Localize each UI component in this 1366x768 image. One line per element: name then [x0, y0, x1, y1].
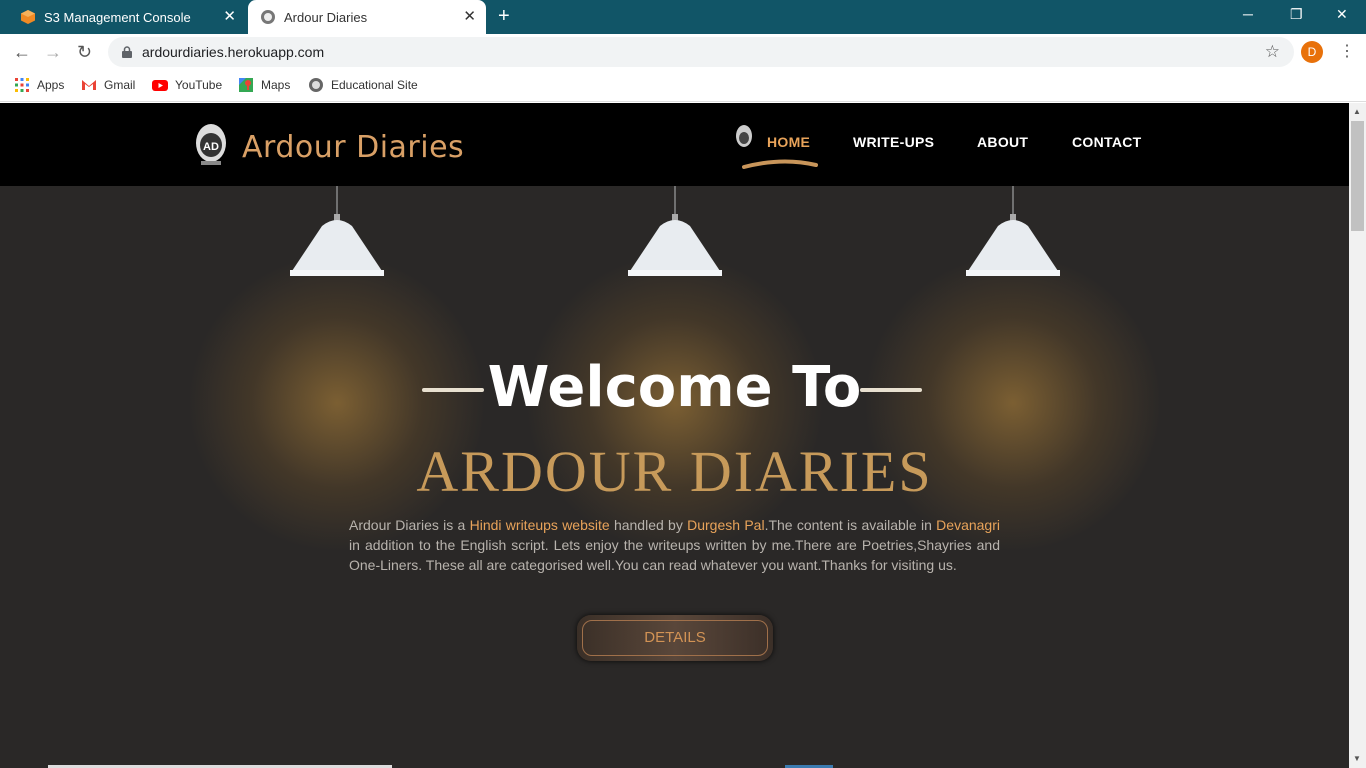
bookmark-label: Apps [37, 78, 65, 92]
pendant-lamp-icon [282, 186, 392, 286]
bookmark-label: YouTube [175, 78, 223, 92]
intro-highlight: Devanagri [936, 517, 1000, 533]
tab-s3-console[interactable]: S3 Management Console ✕ [8, 0, 246, 34]
bookmark-maps[interactable]: Maps [238, 77, 290, 93]
bookmarks-bar: Apps Gmail YouTube Maps Educational Site [0, 70, 1366, 102]
address-bar[interactable]: ardourdiaries.herokuapp.com ☆ [108, 37, 1294, 67]
scroll-down-arrow-icon[interactable]: ▼ [1353, 754, 1361, 763]
back-arrow-icon[interactable]: ← [13, 42, 31, 62]
tab-title: S3 Management Console [44, 9, 191, 25]
site-brand[interactable]: Ardour Diaries [242, 130, 464, 165]
details-button-label: DETAILS [582, 620, 768, 656]
decorative-dash [860, 388, 922, 392]
nav-write-ups[interactable]: WRITE-UPS [853, 134, 934, 150]
site-favicon-icon [308, 77, 324, 93]
youtube-icon [152, 77, 168, 93]
welcome-heading: Welcome To [487, 355, 862, 420]
intro-text: .The content is available in [764, 517, 937, 533]
lock-icon [122, 45, 132, 58]
intro-text: Ardour Diaries is a [349, 517, 470, 533]
web-page: AD Ardour Diaries HOME WRITE-UPS ABOUT C… [0, 103, 1349, 768]
gmail-icon [81, 77, 97, 93]
intro-paragraph: Ardour Diaries is a Hindi writeups websi… [349, 515, 1000, 575]
bookmark-label: Educational Site [331, 78, 418, 92]
nav-contact[interactable]: CONTACT [1072, 134, 1142, 150]
nav-logo-icon [734, 123, 754, 153]
bookmark-label: Gmail [104, 78, 136, 92]
pendant-lamp-icon [620, 186, 730, 286]
intro-text: handled by [609, 517, 688, 533]
browser-toolbar: ← → ↻ ardourdiaries.herokuapp.com ☆ D ⋮ [0, 34, 1366, 70]
restore-icon[interactable]: ❐ [1290, 6, 1303, 23]
bookmark-label: Maps [261, 78, 291, 92]
bookmark-youtube[interactable]: YouTube [152, 77, 222, 93]
scroll-up-arrow-icon[interactable]: ▲ [1353, 107, 1361, 116]
new-tab-button[interactable]: + [498, 6, 510, 26]
tab-title: Ardour Diaries [284, 9, 368, 25]
apps-grid-icon [14, 77, 30, 93]
scrollbar-thumb[interactable] [1351, 121, 1364, 231]
browser-menu-icon[interactable]: ⋮ [1339, 41, 1355, 61]
url-text: ardourdiaries.herokuapp.com [142, 44, 325, 60]
site-header: AD Ardour Diaries HOME WRITE-UPS ABOUT C… [0, 103, 1349, 186]
page-scrollbar[interactable]: ▲ ▼ [1349, 103, 1366, 768]
maps-icon [238, 77, 254, 93]
intro-highlight: Durgesh Pal [687, 517, 765, 533]
bookmark-apps[interactable]: Apps [14, 77, 64, 93]
intro-highlight: Hindi writeups website [469, 517, 610, 533]
reload-icon[interactable]: ↻ [77, 42, 92, 62]
pendant-lamp-icon [958, 186, 1068, 286]
tab-close-icon[interactable]: ✕ [223, 9, 236, 25]
site-logo[interactable]: AD [193, 121, 229, 169]
hero-title: ARDOUR DIARIES [416, 439, 933, 504]
minimize-icon[interactable]: ─ [1243, 6, 1253, 22]
bookmark-educational-site[interactable]: Educational Site [308, 77, 418, 93]
profile-avatar[interactable]: D [1301, 41, 1323, 63]
site-favicon-icon [260, 9, 276, 25]
nav-home[interactable]: HOME [767, 134, 810, 150]
nav-about[interactable]: ABOUT [977, 134, 1028, 150]
logo-text: AD [203, 141, 219, 153]
intro-text: in addition to the English script. Lets … [349, 537, 1000, 573]
nav-active-swoosh [742, 155, 818, 171]
bookmark-gmail[interactable]: Gmail [81, 77, 135, 93]
window-close-icon[interactable]: ✕ [1336, 6, 1348, 23]
bookmark-star-icon[interactable]: ☆ [1265, 42, 1280, 62]
tab-close-icon[interactable]: ✕ [463, 9, 476, 25]
details-button[interactable]: DETAILS [577, 615, 773, 661]
forward-arrow-icon[interactable]: → [44, 42, 62, 62]
tab-ardour-diaries[interactable]: Ardour Diaries ✕ [248, 0, 486, 34]
tab-strip: S3 Management Console ✕ Ardour Diaries ✕… [0, 0, 1366, 34]
aws-cube-icon [20, 9, 36, 25]
